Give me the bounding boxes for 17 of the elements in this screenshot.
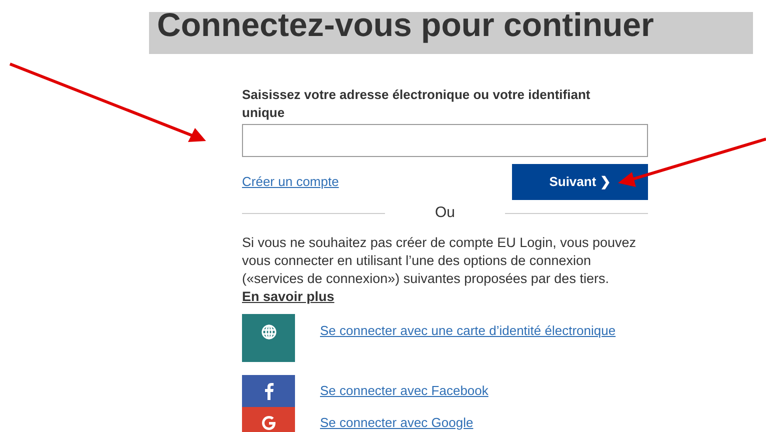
google-icon (260, 414, 276, 430)
field-label: Saisissez votre adresse électronique ou votre identifiant unique (242, 86, 592, 122)
separator-text: Ou (434, 203, 456, 223)
facebook-icon (264, 382, 274, 400)
globe-icon (260, 324, 276, 340)
provider-tile[interactable] (242, 314, 295, 362)
provider-link[interactable]: Se connecter avec Facebook (320, 382, 630, 398)
create-account-link[interactable]: Créer un compte (242, 172, 339, 192)
provider-tile[interactable] (242, 406, 295, 432)
page-heading: Connectez-vous pour continuer (149, 12, 753, 54)
provider-link[interactable]: Se connecter avec une carte d’identité électronique (320, 322, 630, 338)
next-button[interactable]: Suivant ❯ (512, 164, 648, 200)
learn-more-link[interactable]: En savoir plus (242, 288, 334, 304)
email-field[interactable] (242, 124, 648, 157)
provider-link[interactable]: Se connecter avec Google (320, 414, 630, 430)
provider-tile[interactable] (242, 374, 295, 406)
intro-paragraph: Si vous ne souhaitez pas créer de compte EU Login, vous pouvez vous connecter en utilisant l’une des options de connexion («services de connexion») suivantes proposées par des tiers. En savoir plus (242, 234, 637, 306)
